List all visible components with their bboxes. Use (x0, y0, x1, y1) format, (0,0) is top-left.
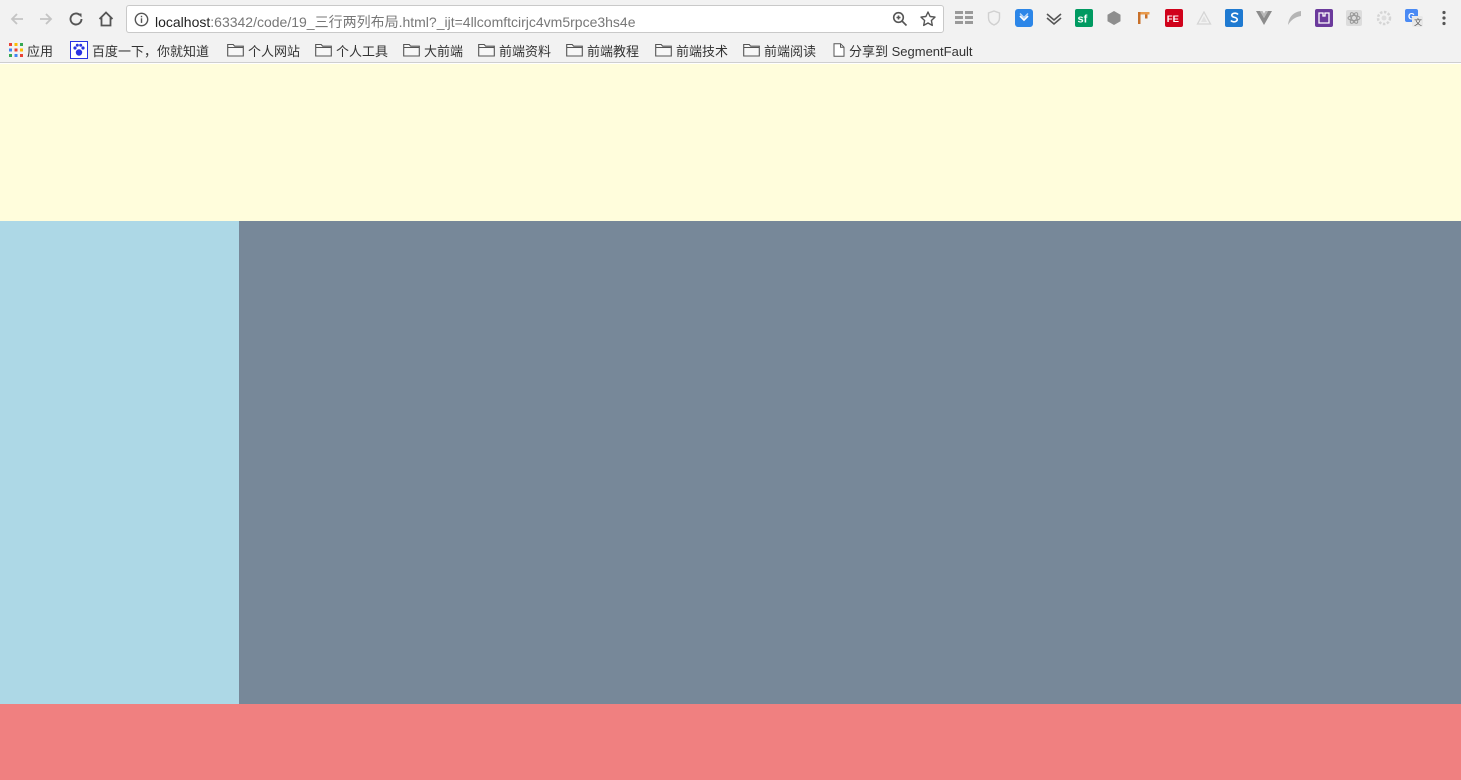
url-text[interactable]: localhost:63342/code/19_三行两列布局.html?_ijt… (155, 12, 636, 32)
bookmarks-bar: 应用 百度一下，你就知道 个人网站 个人工具 大前端 前端资料 前端教程 前端技… (0, 37, 1461, 63)
menu-icon[interactable] (1435, 9, 1453, 27)
folder-icon (315, 43, 332, 57)
home-icon (98, 11, 114, 27)
folder-icon (566, 43, 583, 57)
star-icon[interactable] (919, 10, 937, 28)
folder-icon (227, 43, 244, 57)
cube-icon[interactable] (1105, 9, 1123, 27)
arrow-right-icon (40, 13, 53, 25)
svg-text:文: 文 (1414, 17, 1422, 27)
left-column-block (0, 221, 239, 704)
home-button[interactable] (91, 4, 121, 34)
url-path: :63342/code/19_三行两列布局.html?_ijt=4llcomft… (210, 14, 636, 30)
vue-icon[interactable] (1255, 9, 1273, 27)
bookmark-apps[interactable]: 应用 (9, 40, 53, 60)
feedly-icon[interactable] (1045, 9, 1063, 27)
bookmark-label: 百度一下，你就知道 (92, 43, 210, 59)
triangle-icon[interactable] (1195, 9, 1213, 27)
puzzle-icon[interactable] (1315, 9, 1333, 27)
bookmark-folder-frontend-tutorials[interactable]: 前端教程 (566, 40, 639, 60)
translate-icon[interactable]: G文 (1405, 9, 1423, 27)
settings-icon[interactable] (1375, 9, 1393, 27)
bookmark-folder-big-frontend[interactable]: 大前端 (403, 40, 463, 60)
bookmark-label: 大前端 (424, 43, 464, 59)
segmentfault-icon[interactable]: sf (1075, 9, 1093, 27)
zoom-icon[interactable] (892, 11, 908, 27)
bookmark-label: 分享到 SegmentFault (849, 43, 973, 59)
bookmark-share-segmentfault[interactable]: 分享到 SegmentFault (833, 40, 973, 60)
bookmark-folder-frontend-tech[interactable]: 前端技术 (655, 40, 728, 60)
sketch-icon[interactable] (1225, 9, 1243, 27)
bookmark-folder-frontend-reading[interactable]: 前端阅读 (743, 40, 816, 60)
bookmark-label: 前端教程 (587, 43, 640, 59)
wing-icon[interactable] (1285, 9, 1303, 27)
bookmark-label: 前端资料 (499, 43, 552, 59)
address-bar[interactable]: localhost:63342/code/19_三行两列布局.html?_ijt… (126, 5, 944, 33)
folder-icon (403, 43, 420, 57)
header-block (0, 64, 1461, 221)
back-button[interactable] (2, 4, 32, 34)
apps-icon (9, 43, 23, 57)
svg-text:sf: sf (1078, 14, 1088, 26)
shield-icon[interactable] (985, 9, 1003, 27)
baidu-icon (70, 41, 88, 59)
svg-text:FE: FE (1167, 14, 1179, 25)
bookmark-folder-personal-site[interactable]: 个人网站 (227, 40, 300, 60)
grid-icon[interactable] (955, 9, 973, 27)
forward-button[interactable] (31, 4, 61, 34)
arrow-left-icon (10, 13, 23, 25)
main-column-block (239, 221, 1461, 704)
bookmark-label: 应用 (27, 43, 54, 59)
bookmark-baidu[interactable]: 百度一下，你就知道 (70, 40, 209, 60)
flag-icon[interactable] (1135, 9, 1153, 27)
bookmark-label: 个人工具 (336, 43, 389, 59)
react-icon[interactable] (1345, 9, 1363, 27)
bookmark-folder-personal-tools[interactable]: 个人工具 (315, 40, 388, 60)
reload-icon (69, 12, 83, 26)
browser-toolbar: localhost:63342/code/19_三行两列布局.html?_ijt… (0, 0, 1461, 37)
bookmark-label: 个人网站 (248, 43, 301, 59)
folder-icon (743, 43, 760, 57)
fe-icon[interactable]: FE (1165, 9, 1183, 27)
bookmark-label: 前端技术 (676, 43, 729, 59)
reload-button[interactable] (61, 4, 91, 34)
pocket-icon[interactable] (1015, 9, 1033, 27)
page-icon (833, 43, 845, 57)
folder-icon (655, 43, 672, 57)
bookmark-label: 前端阅读 (764, 43, 817, 59)
page-viewport (0, 64, 1461, 780)
bookmark-folder-frontend-materials[interactable]: 前端资料 (478, 40, 551, 60)
footer-block (0, 704, 1461, 780)
folder-icon (478, 43, 495, 57)
url-host: localhost (155, 14, 211, 30)
info-icon[interactable] (134, 12, 149, 27)
